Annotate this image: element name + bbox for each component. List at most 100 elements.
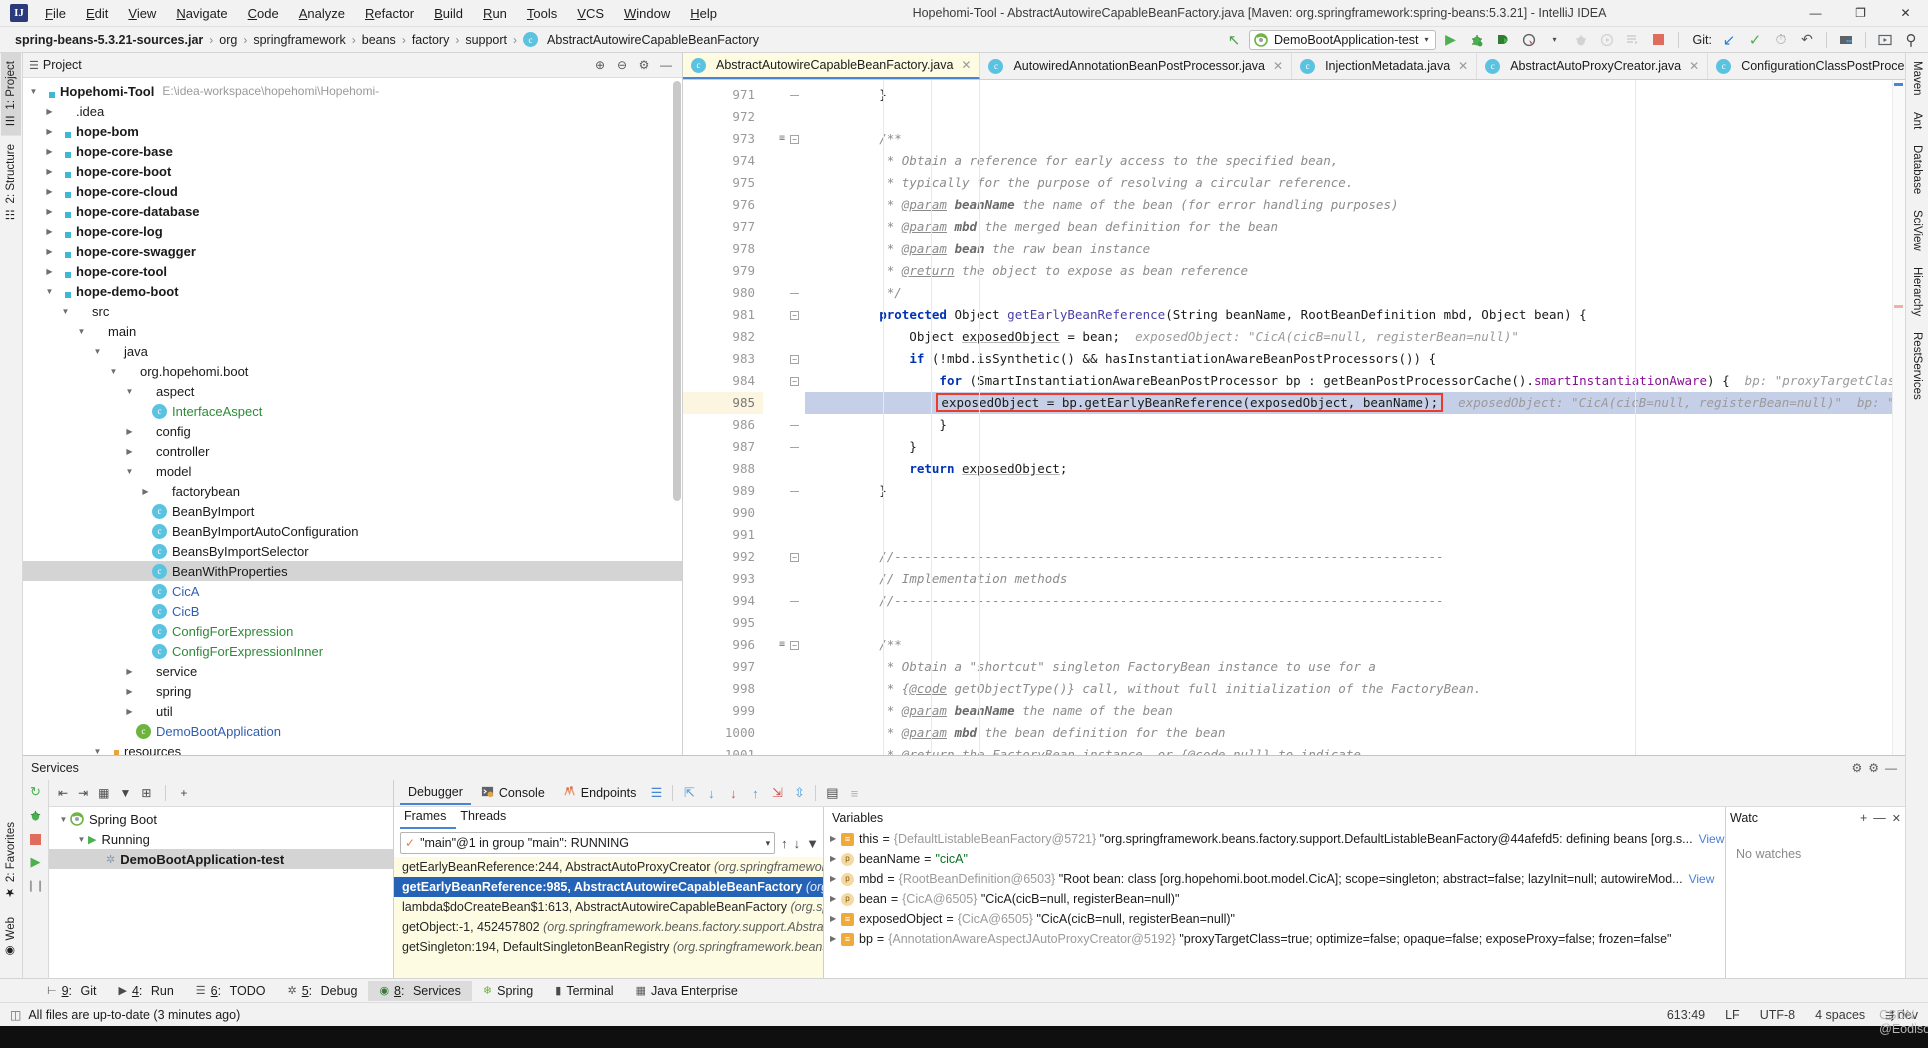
tree-expander[interactable]: ▼ bbox=[107, 367, 120, 376]
breadcrumb-item[interactable]: springframework bbox=[248, 31, 350, 49]
filter-icon[interactable]: ▼ bbox=[806, 836, 819, 851]
collapse-all-icon[interactable]: ⇥ bbox=[78, 786, 88, 800]
code-line[interactable]: * @param beanName the name of the bean (… bbox=[805, 194, 1905, 216]
settings-icon[interactable]: ⚙ bbox=[1851, 761, 1862, 775]
tree-expander[interactable]: ▶ bbox=[43, 187, 56, 196]
breadcrumb-item[interactable]: support bbox=[460, 31, 512, 49]
code-line[interactable]: * @return the FactoryBean instance, or {… bbox=[805, 744, 1905, 755]
step-into-icon[interactable]: ↓ bbox=[701, 786, 721, 801]
tree-item[interactable]: ▶ factorybean bbox=[23, 481, 682, 501]
editor-tab[interactable]: c AbstractAutowireCapableBeanFactory.java… bbox=[683, 53, 981, 79]
fold-marker[interactable] bbox=[763, 590, 805, 612]
tree-item[interactable]: ▶c InterfaceAspect bbox=[23, 401, 682, 421]
tree-expander[interactable]: ▶ bbox=[139, 527, 152, 536]
code-editor[interactable]: 971 972 973 974 975 976 977 978 979 980 981 982 983 9… bbox=[683, 80, 1905, 755]
tab-debugger[interactable]: Debugger bbox=[400, 781, 471, 805]
tree-expander[interactable]: ▶ bbox=[123, 667, 136, 676]
chevron-down-icon[interactable]: ▾ bbox=[1544, 30, 1566, 50]
git-branch[interactable]: ⇶ dev CSDN @Eodison bbox=[1879, 1008, 1928, 1036]
profile-button[interactable] bbox=[1518, 30, 1540, 50]
tree-expander[interactable]: ▶ bbox=[139, 547, 152, 556]
stop-button[interactable] bbox=[1648, 30, 1670, 50]
tab-threads[interactable]: Threads bbox=[456, 807, 516, 829]
tree-expander[interactable]: ▶ bbox=[43, 167, 56, 176]
tree-item[interactable]: ▶ hope-bom bbox=[23, 121, 682, 141]
fold-marker[interactable]: ≡ − bbox=[763, 128, 805, 150]
tree-expander[interactable]: ▶ bbox=[139, 407, 152, 416]
hide-icon[interactable]: — bbox=[1885, 761, 1897, 775]
stack-frame[interactable]: lambda$doCreateBean$1:613, AbstractAutow… bbox=[394, 897, 823, 917]
thread-selector[interactable]: ✓ "main"@1 in group "main": RUNNING ▾ bbox=[400, 832, 776, 854]
variable-row[interactable]: ▶ p beanName = "cicA" bbox=[824, 849, 1725, 869]
tool-window-button-todo[interactable]: ☰ 6: TODO bbox=[185, 981, 277, 1001]
tree-expander[interactable]: ▼ bbox=[75, 327, 88, 336]
fold-end-icon[interactable] bbox=[790, 446, 799, 448]
menu-item-navigate[interactable]: Navigate bbox=[167, 3, 236, 24]
tree-item[interactable]: ▼ main bbox=[23, 321, 682, 341]
tree-expander[interactable]: ▶ bbox=[139, 647, 152, 656]
code-line[interactable] bbox=[805, 502, 1905, 524]
fold-marker[interactable] bbox=[763, 722, 805, 744]
collapse-icon[interactable]: ⊖ bbox=[612, 56, 632, 75]
fold-end-icon[interactable] bbox=[790, 600, 799, 602]
code-line[interactable]: /** bbox=[805, 634, 1905, 656]
tree-expander[interactable]: ▼ bbox=[91, 347, 104, 356]
breadcrumb-item[interactable]: spring-beans-5.3.21-sources.jar bbox=[10, 31, 208, 49]
run-configuration-selector[interactable]: DemoBootApplication-test ▾ bbox=[1249, 29, 1436, 50]
tree-expander[interactable]: ▼ bbox=[123, 387, 136, 396]
variable-row[interactable]: ▶ ≡ exposedObject = {CicA@6505} "CicA(cicB=n… bbox=[824, 909, 1725, 929]
editor-tab[interactable]: c AbstractAutoProxyCreator.java ✕ bbox=[1477, 53, 1709, 79]
fold-marker[interactable] bbox=[763, 656, 805, 678]
layout-icon[interactable] bbox=[1835, 30, 1857, 50]
tree-item[interactable]: ▶ hope-core-boot bbox=[23, 161, 682, 181]
tree-item[interactable]: ▶c CicA bbox=[23, 581, 682, 601]
tree-item[interactable]: ▶c DemoBootApplication bbox=[23, 721, 682, 741]
tree-expander[interactable]: ▼ bbox=[91, 747, 104, 756]
file-encoding[interactable]: UTF-8 bbox=[1760, 1008, 1795, 1022]
sidebar-item-favorites[interactable]: ★ 2: Favorites bbox=[1, 814, 21, 908]
close-icon[interactable]: ✕ bbox=[961, 58, 971, 72]
tree-item[interactable]: ▶ hope-core-cloud bbox=[23, 181, 682, 201]
tree-item[interactable]: ▶ config bbox=[23, 421, 682, 441]
expand-icon[interactable]: ▶ bbox=[830, 929, 841, 949]
tree-item[interactable]: ▶c ConfigForExpressionInner bbox=[23, 641, 682, 661]
stack-frame[interactable]: getObject:-1, 452457802 (org.springframe… bbox=[394, 917, 823, 937]
tree-expander[interactable]: ▶ bbox=[43, 227, 56, 236]
fold-marker[interactable]: − bbox=[763, 304, 805, 326]
close-icon[interactable]: ✕ bbox=[1689, 59, 1699, 73]
fold-marker[interactable] bbox=[763, 282, 805, 304]
run-to-cursor-icon[interactable]: ⇳ bbox=[789, 785, 809, 801]
tree-item[interactable]: ▶ service bbox=[23, 661, 682, 681]
project-scrollbar[interactable] bbox=[673, 81, 681, 501]
editor-tab[interactable]: c AutowiredAnnotationBeanPostProcessor.ja… bbox=[980, 53, 1293, 79]
fold-marker[interactable] bbox=[763, 744, 805, 755]
tool-window-button-run[interactable]: ▶ 4: Run bbox=[107, 981, 184, 1001]
fold-gutter[interactable]: ≡ − − − − − ≡ − bbox=[763, 80, 805, 755]
tree-expander[interactable]: ▶ bbox=[43, 247, 56, 256]
resume-icon[interactable]: ▶ bbox=[31, 854, 41, 870]
menu-item-vcs[interactable]: VCS bbox=[568, 3, 613, 24]
tool-window-button-debug[interactable]: ✲ 5: Debug bbox=[276, 981, 368, 1001]
project-tree[interactable]: ▼ Hopehomi-Tool E:\idea-workspace\hopehomi… bbox=[23, 78, 682, 755]
code-line[interactable]: } bbox=[805, 436, 1905, 458]
evaluate-icon[interactable]: ▤ bbox=[822, 785, 842, 801]
vcs-commit-icon[interactable]: ✓ bbox=[1744, 30, 1766, 50]
tree-expander[interactable]: ▼ bbox=[43, 287, 56, 296]
vcs-history-icon[interactable]: ⏱ bbox=[1770, 30, 1792, 50]
tree-expander[interactable]: ▶ bbox=[123, 447, 136, 456]
gear-icon[interactable]: ⚙ bbox=[634, 56, 654, 75]
tool-window-button-services[interactable]: ◉ 8: Services bbox=[368, 980, 472, 1001]
back-icon[interactable]: ↖ bbox=[1223, 30, 1245, 50]
tree-item[interactable]: ▶c ConfigForExpression bbox=[23, 621, 682, 641]
step-out-icon[interactable]: ↑ bbox=[745, 786, 765, 801]
sidebar-item-hierarchy[interactable]: Hierarchy bbox=[1908, 259, 1926, 324]
expand-all-icon[interactable]: ⇤ bbox=[58, 786, 68, 800]
fold-marker[interactable] bbox=[763, 84, 805, 106]
frame-up-icon[interactable]: ↑ bbox=[781, 836, 788, 851]
tree-item[interactable]: ▶ hope-core-database bbox=[23, 201, 682, 221]
tree-expander[interactable]: ▶ bbox=[43, 107, 56, 116]
tree-expander[interactable]: ▶ bbox=[139, 587, 152, 596]
menu-item-build[interactable]: Build bbox=[425, 3, 472, 24]
expand-icon[interactable]: ▶ bbox=[830, 849, 841, 869]
error-stripe-marker[interactable] bbox=[1892, 80, 1905, 755]
